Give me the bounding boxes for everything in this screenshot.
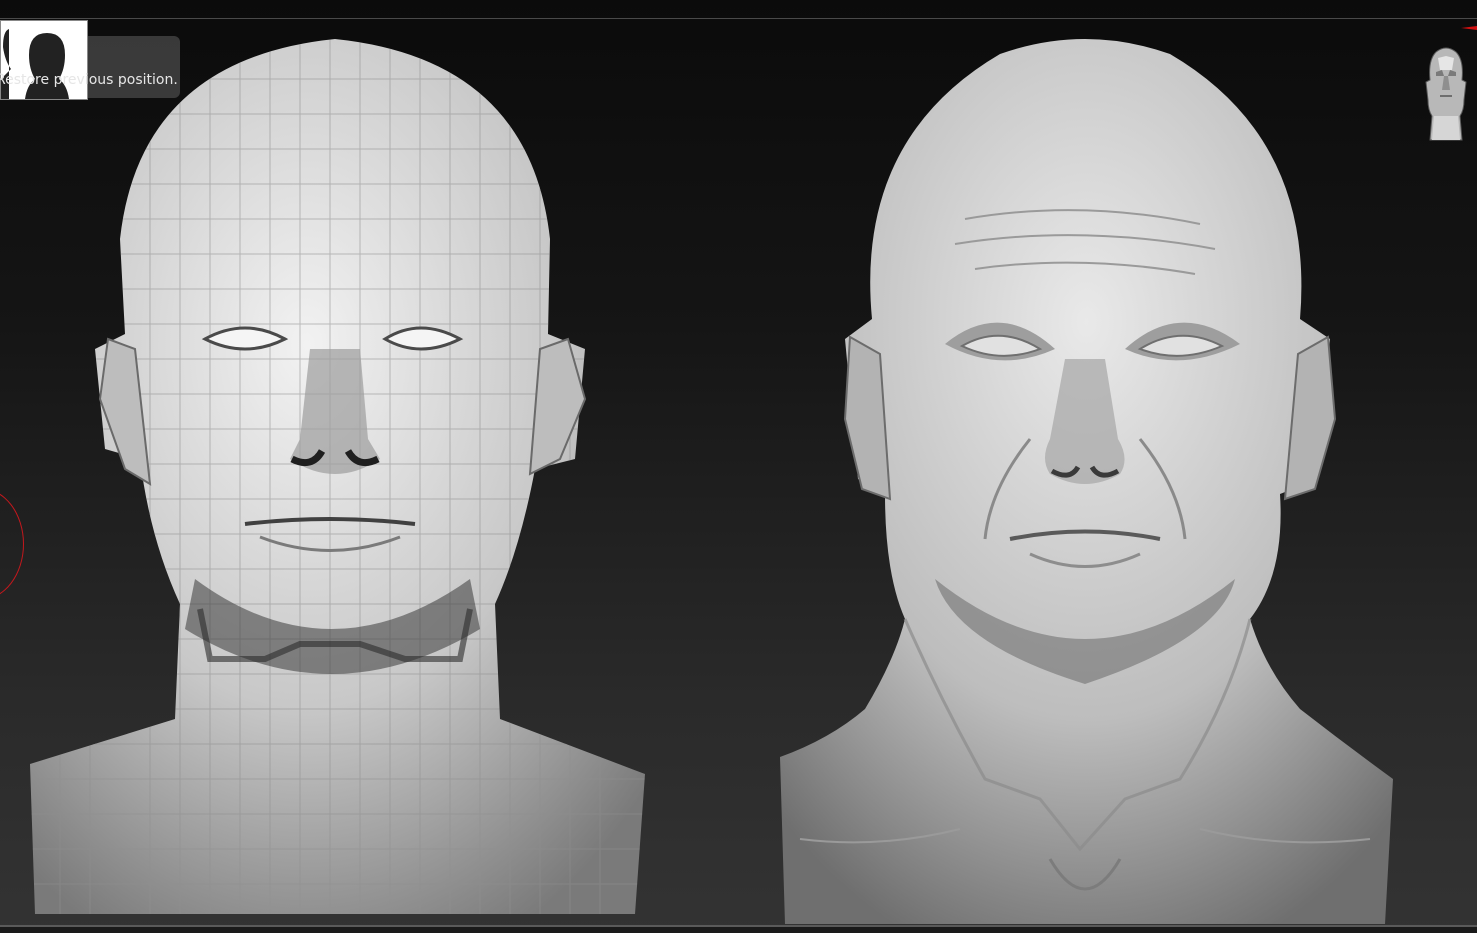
red-indicator-marker <box>1461 26 1477 30</box>
sculpted-head-model <box>780 39 1393 924</box>
restore-position-tooltip: Restore previous position. <box>0 20 180 100</box>
head-thumbnail-icon[interactable] <box>0 20 88 100</box>
low-poly-head-model <box>30 39 645 914</box>
3d-viewport-canvas[interactable] <box>0 19 1477 925</box>
tooltip-text: Restore previous position. <box>0 72 178 88</box>
bottom-shelf <box>0 927 1477 933</box>
head-navigation-icon[interactable] <box>1420 40 1472 144</box>
